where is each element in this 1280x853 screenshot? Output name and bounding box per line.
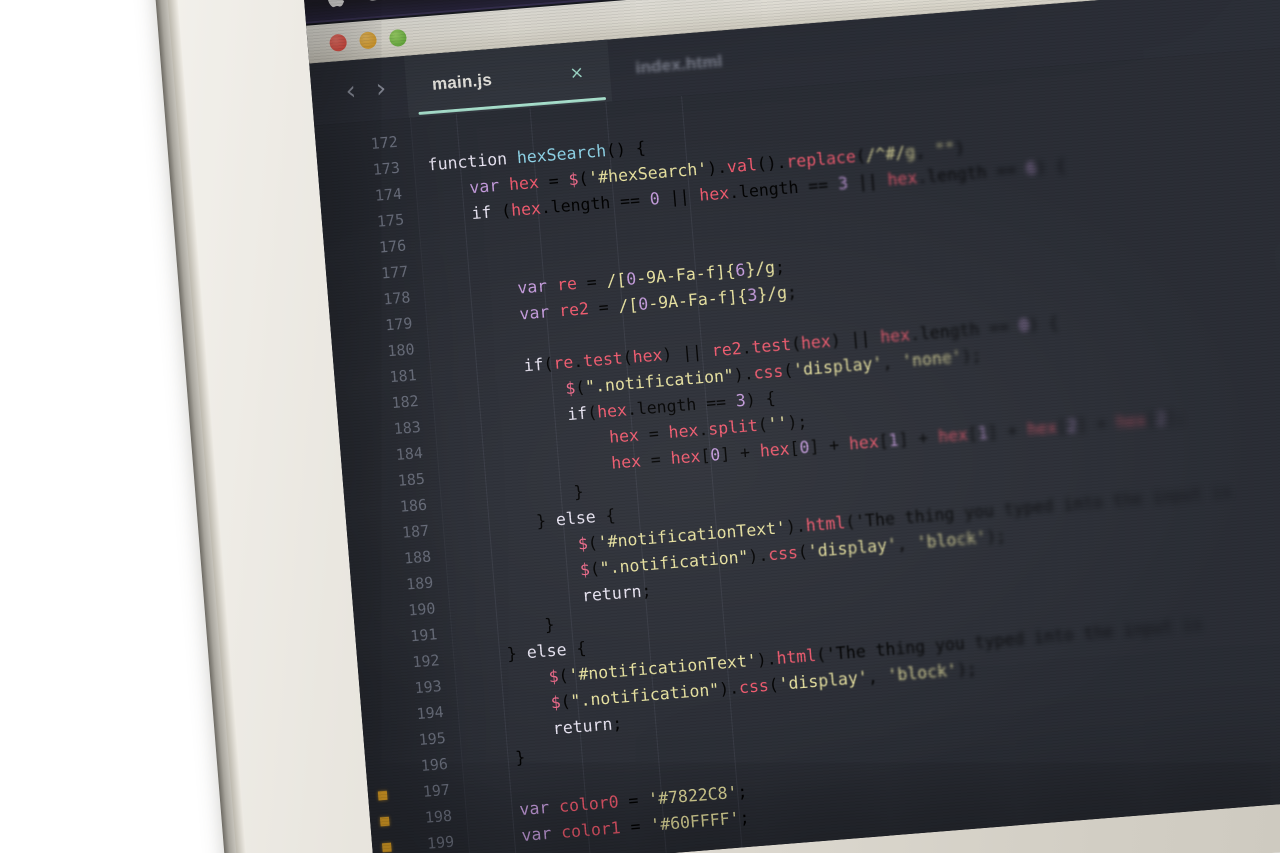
zoom-window-button[interactable] xyxy=(388,28,408,47)
apple-icon[interactable] xyxy=(325,0,346,11)
minimize-window-button[interactable] xyxy=(358,30,378,50)
bookmark-marker[interactable] xyxy=(377,790,388,801)
code-editor[interactable]: 172 173 174 175 176 177 178 179 180 181 182 183 184 1… xyxy=(314,24,1280,853)
code-line: } xyxy=(514,747,526,768)
tab-label: index.html xyxy=(634,51,724,78)
laptop-body: Sublime Text File Edit Selection Find Vi… xyxy=(150,0,1280,853)
bookmark-marker[interactable] xyxy=(379,816,390,827)
menu-item-sublime-text[interactable]: Sublime Text xyxy=(366,0,484,7)
tab-label: main.js xyxy=(431,70,493,94)
photo-scene: Sublime Text File Edit Selection Find Vi… xyxy=(0,0,1280,853)
close-icon[interactable]: × xyxy=(569,63,585,84)
code-content[interactable]: function hexSearch() { var hex = $('#hex… xyxy=(410,24,1280,853)
nav-back-icon[interactable]: ‹ xyxy=(344,76,357,107)
close-window-button[interactable] xyxy=(328,33,348,52)
tab-index-html[interactable]: index.html xyxy=(607,29,751,102)
laptop-screen: Sublime Text File Edit Selection Find Vi… xyxy=(302,0,1280,853)
bookmark-marker[interactable] xyxy=(381,842,392,853)
nav-forward-icon[interactable]: › xyxy=(375,74,388,105)
